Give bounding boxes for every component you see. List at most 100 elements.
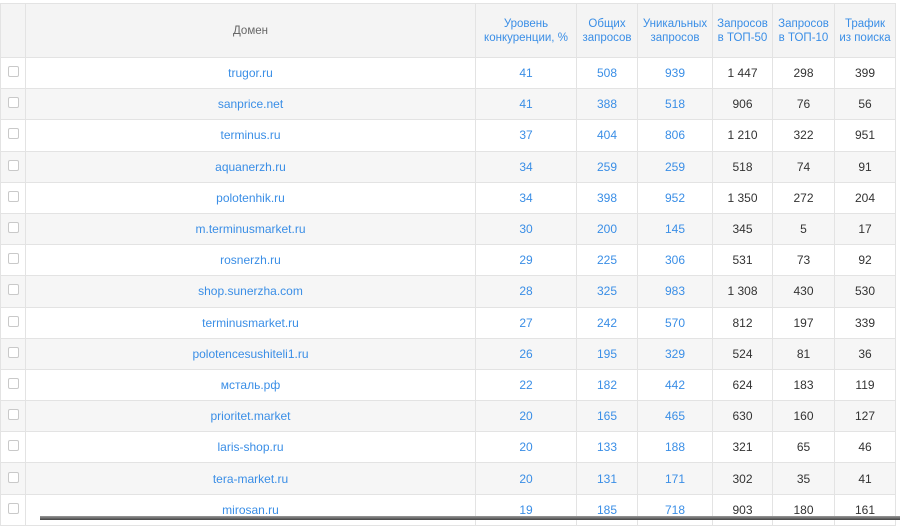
competition-value[interactable]: 22 bbox=[519, 378, 532, 392]
table-row: mirosan.ru 19 185 718 903 180 161 bbox=[0, 493, 896, 526]
top50-cell: 1 350 bbox=[712, 181, 773, 214]
total-queries-value[interactable]: 182 bbox=[597, 378, 617, 392]
competition-cell: 37 bbox=[475, 119, 577, 152]
domain-link[interactable]: prioritet.market bbox=[210, 409, 290, 423]
unique-queries-value[interactable]: 329 bbox=[665, 347, 685, 361]
total-queries-cell: 165 bbox=[576, 400, 638, 433]
domain-column-header[interactable]: Домен bbox=[25, 3, 476, 58]
competition-value[interactable]: 34 bbox=[519, 191, 532, 205]
domain-link[interactable]: polotenhik.ru bbox=[216, 191, 285, 205]
total-queries-value[interactable]: 200 bbox=[597, 222, 617, 236]
domain-link[interactable]: terminusmarket.ru bbox=[202, 316, 299, 330]
unique-queries-value[interactable]: 952 bbox=[665, 191, 685, 205]
domain-link[interactable]: trugor.ru bbox=[228, 66, 273, 80]
unique-queries-value[interactable]: 188 bbox=[665, 440, 685, 454]
total-queries-value[interactable]: 165 bbox=[597, 409, 617, 423]
competition-column-header[interactable]: Уровень конкуренции, % bbox=[475, 3, 577, 58]
competition-value[interactable]: 26 bbox=[519, 347, 532, 361]
domain-link[interactable]: rosnerzh.ru bbox=[220, 253, 281, 267]
competition-value[interactable]: 19 bbox=[519, 503, 532, 517]
row-select-cell bbox=[0, 212, 26, 246]
domain-link[interactable]: terminus.ru bbox=[220, 128, 280, 142]
total-queries-value[interactable]: 404 bbox=[597, 128, 617, 142]
table-row: laris-shop.ru 20 133 188 321 65 46 bbox=[0, 431, 896, 464]
top50-column-header[interactable]: Запросов в ТОП-50 bbox=[712, 3, 773, 58]
competition-value[interactable]: 41 bbox=[519, 97, 532, 111]
competition-value[interactable]: 27 bbox=[519, 316, 532, 330]
competition-value[interactable]: 34 bbox=[519, 160, 532, 174]
top10-value: 298 bbox=[793, 66, 814, 81]
row-checkbox[interactable] bbox=[8, 315, 19, 327]
table-row: terminusmarket.ru 27 242 570 812 197 339 bbox=[0, 306, 896, 339]
competition-value[interactable]: 20 bbox=[519, 440, 532, 454]
row-checkbox[interactable] bbox=[8, 159, 19, 171]
top50-cell: 345 bbox=[712, 212, 773, 246]
domain-link[interactable]: m.terminusmarket.ru bbox=[195, 222, 305, 236]
total-queries-value[interactable]: 185 bbox=[597, 503, 617, 517]
unique-queries-column-header[interactable]: Уникальных запросов bbox=[637, 3, 713, 58]
row-checkbox[interactable] bbox=[8, 128, 19, 140]
domain-link[interactable]: laris-shop.ru bbox=[217, 440, 283, 454]
row-checkbox[interactable] bbox=[8, 346, 19, 358]
unique-queries-value[interactable]: 570 bbox=[665, 316, 685, 330]
total-queries-cell: 242 bbox=[576, 306, 638, 339]
unique-queries-value[interactable]: 145 bbox=[665, 222, 685, 236]
total-queries-value[interactable]: 259 bbox=[597, 160, 617, 174]
total-queries-value[interactable]: 398 bbox=[597, 191, 617, 205]
row-checkbox[interactable] bbox=[8, 97, 19, 109]
total-queries-value[interactable]: 131 bbox=[597, 472, 617, 486]
competition-value[interactable]: 41 bbox=[519, 66, 532, 80]
total-queries-value[interactable]: 242 bbox=[597, 316, 617, 330]
competition-value[interactable]: 37 bbox=[519, 128, 532, 142]
top50-value: 518 bbox=[732, 159, 753, 174]
unique-queries-value[interactable]: 259 bbox=[665, 160, 685, 174]
traffic-value: 951 bbox=[854, 128, 876, 143]
row-checkbox[interactable] bbox=[8, 471, 19, 483]
unique-queries-value[interactable]: 518 bbox=[665, 97, 685, 111]
competition-value[interactable]: 29 bbox=[519, 253, 532, 267]
unique-queries-value[interactable]: 171 bbox=[665, 472, 685, 486]
total-queries-value[interactable]: 325 bbox=[597, 284, 617, 298]
top50-value: 302 bbox=[732, 471, 753, 486]
top10-cell: 74 bbox=[772, 150, 835, 183]
total-queries-value[interactable]: 508 bbox=[597, 66, 617, 80]
competition-value[interactable]: 30 bbox=[519, 222, 532, 236]
row-checkbox[interactable] bbox=[8, 190, 19, 202]
domain-link[interactable]: tera-market.ru bbox=[213, 472, 288, 486]
unique-queries-value[interactable]: 718 bbox=[665, 503, 685, 517]
row-checkbox[interactable] bbox=[8, 440, 19, 452]
total-queries-value[interactable]: 133 bbox=[597, 440, 617, 454]
domain-link[interactable]: mirosan.ru bbox=[222, 503, 279, 517]
competition-value[interactable]: 20 bbox=[519, 472, 532, 486]
unique-queries-value[interactable]: 306 bbox=[665, 253, 685, 267]
competition-value[interactable]: 28 bbox=[519, 284, 532, 298]
top50-cell: 624 bbox=[712, 368, 773, 402]
domain-link[interactable]: sanprice.net bbox=[218, 97, 283, 111]
top10-column-header[interactable]: Запросов в ТОП-10 bbox=[772, 3, 835, 58]
row-checkbox[interactable] bbox=[8, 66, 19, 78]
row-checkbox[interactable] bbox=[8, 284, 19, 296]
competition-value[interactable]: 20 bbox=[519, 409, 532, 423]
unique-queries-value[interactable]: 939 bbox=[665, 66, 685, 80]
row-checkbox[interactable] bbox=[8, 253, 19, 265]
total-queries-value[interactable]: 195 bbox=[597, 347, 617, 361]
domain-link[interactable]: polotencesushiteli1.ru bbox=[192, 347, 308, 361]
traffic-column-header[interactable]: Трафик из поиска bbox=[834, 3, 896, 58]
traffic-cell: 46 bbox=[834, 431, 896, 464]
unique-queries-value[interactable]: 806 bbox=[665, 128, 685, 142]
row-checkbox[interactable] bbox=[8, 409, 19, 421]
row-checkbox[interactable] bbox=[8, 377, 19, 389]
top10-value: 5 bbox=[800, 222, 807, 237]
domain-link[interactable]: мсталь.рф bbox=[221, 378, 280, 392]
row-checkbox[interactable] bbox=[8, 222, 19, 234]
unique-queries-value[interactable]: 465 bbox=[665, 409, 685, 423]
domain-link[interactable]: shop.sunerzha.com bbox=[198, 284, 303, 298]
domain-link[interactable]: aquanerzh.ru bbox=[215, 160, 286, 174]
unique-queries-value[interactable]: 983 bbox=[665, 284, 685, 298]
row-checkbox[interactable] bbox=[8, 502, 19, 514]
unique-queries-value[interactable]: 442 bbox=[665, 378, 685, 392]
total-queries-value[interactable]: 225 bbox=[597, 253, 617, 267]
total-queries-column-header[interactable]: Общих запросов bbox=[576, 3, 638, 58]
top10-cell: 76 bbox=[772, 88, 835, 121]
total-queries-value[interactable]: 388 bbox=[597, 97, 617, 111]
